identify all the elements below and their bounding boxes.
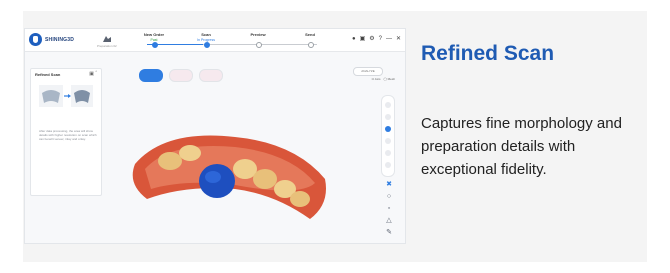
axis-option[interactable]: ⊡ Axis xyxy=(372,77,381,81)
scan-mode-toolbar xyxy=(139,69,233,83)
app-top-bar: SHINING3D Preparation 02 New Order Past … xyxy=(25,29,405,52)
help-icon[interactable]: ? xyxy=(379,36,382,42)
view-front-button[interactable] xyxy=(385,102,391,108)
mode-lower-jaw-button[interactable] xyxy=(169,69,193,82)
close-icon[interactable]: ✕ xyxy=(396,35,401,42)
workflow-steps: New Order Past Scan In Progress Preview … xyxy=(129,32,339,50)
mesh-option[interactable]: ◯ Mesh xyxy=(383,77,395,81)
panel-controls[interactable]: ▣ ˆ xyxy=(89,71,97,77)
panel-title: Refined Scan xyxy=(35,72,61,77)
window-controls: ● ▣ ⚙ ? — ✕ xyxy=(352,35,401,43)
tooth-logo-icon xyxy=(29,33,42,46)
lock-icon[interactable]: ▫ xyxy=(385,205,393,213)
gear-icon[interactable]: ⚙ xyxy=(369,35,374,42)
analyze-toggle[interactable]: ANALYZE xyxy=(353,67,383,76)
view-left-button[interactable] xyxy=(385,150,391,156)
minimize-icon[interactable]: — xyxy=(386,36,392,42)
screen-icon[interactable]: ▣ xyxy=(360,35,366,42)
feature-title: Refined Scan xyxy=(421,42,555,65)
view-back-button[interactable] xyxy=(385,114,391,120)
user-icon[interactable]: ● xyxy=(352,36,356,42)
mode-upper-jaw-button[interactable] xyxy=(139,69,163,82)
tooth-document-icon[interactable] xyxy=(101,34,113,44)
app-screenshot: SHINING3D Preparation 02 New Order Past … xyxy=(24,28,406,244)
select-icon[interactable]: ○ xyxy=(385,193,393,201)
edit-tools: ✖ ○ ▫ △ ✎ xyxy=(383,181,395,241)
mode-bite-button[interactable] xyxy=(199,69,223,82)
view-bottom-button[interactable] xyxy=(385,138,391,144)
view-toolbar xyxy=(381,95,395,177)
triangle-icon[interactable]: △ xyxy=(385,217,393,225)
step-send[interactable]: Send xyxy=(285,32,335,38)
step-dot-send xyxy=(308,42,314,48)
scan-comparison-icon xyxy=(39,85,93,107)
step-dot-new-order xyxy=(152,42,158,48)
step-scan[interactable]: Scan In Progress xyxy=(181,32,231,42)
step-new-order[interactable]: New Order Past xyxy=(129,32,179,42)
crosshair-icon[interactable]: ✖ xyxy=(385,181,393,189)
step-dot-scan xyxy=(204,42,210,48)
trim-icon[interactable]: ✎ xyxy=(385,229,393,237)
document-subtitle: Preparation 02 xyxy=(97,44,117,48)
progress-track xyxy=(147,44,317,45)
step-dot-preview xyxy=(256,42,262,48)
view-options: ⊡ Axis ◯ Mesh xyxy=(372,77,395,81)
app-logo: SHINING3D xyxy=(29,33,74,46)
view-right-button[interactable] xyxy=(385,162,391,168)
step-preview[interactable]: Preview xyxy=(233,32,283,38)
jaw-scan-model[interactable] xyxy=(125,109,345,229)
feature-description: Captures fine morphology and preparation… xyxy=(421,115,622,178)
view-top-button[interactable] xyxy=(385,126,391,132)
logo-text: SHINING3D xyxy=(45,36,75,43)
refined-scan-panel: Refined Scan ▣ ˆ After data processing, … xyxy=(30,68,102,196)
panel-description: After data processing, the area will sho… xyxy=(39,129,97,141)
